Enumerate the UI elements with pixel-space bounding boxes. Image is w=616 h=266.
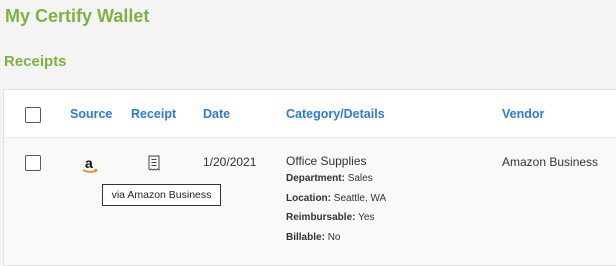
- source-tooltip: via Amazon Business: [102, 184, 221, 206]
- detail-reimbursable: Reimbursable: Yes: [286, 212, 375, 223]
- svg-text:a: a: [85, 155, 93, 171]
- app-title: My Certify Wallet: [5, 6, 150, 26]
- table-header: Source Receipt Date Category/Details Ven…: [4, 90, 616, 138]
- column-vendor[interactable]: Vendor: [502, 107, 544, 121]
- section-title: Receipts: [4, 53, 67, 70]
- table-row[interactable]: a 1/20/2021 Office Supplies Department: …: [4, 138, 616, 265]
- detail-billable: Billable: No: [286, 231, 341, 243]
- amazon-icon[interactable]: a: [81, 155, 99, 175]
- select-all-checkbox[interactable]: [25, 107, 41, 123]
- receipt-icon[interactable]: [147, 155, 161, 171]
- row-date: 1/20/2021: [203, 155, 257, 169]
- row-vendor: Amazon Business: [502, 155, 599, 169]
- receipts-table: Source Receipt Date Category/Details Ven…: [3, 89, 616, 266]
- row-category: Office Supplies Department: Sales Locati…: [286, 154, 386, 247]
- category-name: Office Supplies: [286, 154, 367, 168]
- detail-department: Department: Sales: [286, 173, 373, 184]
- column-date[interactable]: Date: [203, 107, 230, 121]
- column-category-details[interactable]: Category/Details: [286, 107, 385, 121]
- column-receipt[interactable]: Receipt: [131, 107, 176, 121]
- detail-location: Location: Seattle, WA: [286, 192, 387, 204]
- column-source[interactable]: Source: [70, 107, 112, 121]
- row-select-checkbox[interactable]: [25, 155, 41, 171]
